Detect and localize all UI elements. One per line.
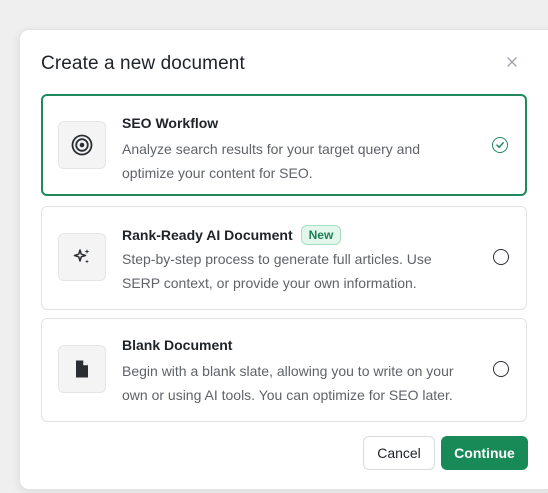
- option-blank-document[interactable]: Blank Document Begin with a blank slate,…: [41, 318, 527, 422]
- sparkles-icon: [58, 233, 106, 281]
- option-seo-workflow[interactable]: SEO Workflow Analyze search results for …: [41, 94, 527, 196]
- option-description: Step-by-step process to generate full ar…: [122, 251, 432, 291]
- option-title-text: Rank-Ready AI Document: [122, 227, 293, 243]
- option-description: Begin with a blank slate, allowing you t…: [122, 363, 454, 403]
- radio-unselected[interactable]: [493, 249, 509, 265]
- radio-unselected[interactable]: [493, 361, 509, 377]
- option-rank-ready-ai-document[interactable]: Rank-Ready AI Document New Step-by-step …: [41, 206, 527, 310]
- continue-button[interactable]: Continue: [441, 436, 528, 470]
- new-badge: New: [300, 225, 342, 245]
- option-description: Analyze search results for your target q…: [122, 141, 421, 181]
- document-icon: [58, 345, 106, 393]
- option-title-text: Blank Document: [122, 337, 233, 353]
- option-title: Blank Document: [122, 337, 232, 353]
- target-icon: [58, 121, 106, 169]
- close-icon[interactable]: [503, 53, 521, 71]
- cancel-button[interactable]: Cancel: [363, 436, 435, 470]
- create-document-dialog: Create a new document SEO Workflow Analy…: [19, 29, 548, 490]
- radio-selected[interactable]: [492, 137, 508, 153]
- option-title: Rank-Ready AI Document New: [122, 225, 342, 245]
- option-title: SEO Workflow: [122, 115, 218, 131]
- option-title-text: SEO Workflow: [122, 115, 219, 131]
- dialog-title: Create a new document: [41, 53, 245, 74]
